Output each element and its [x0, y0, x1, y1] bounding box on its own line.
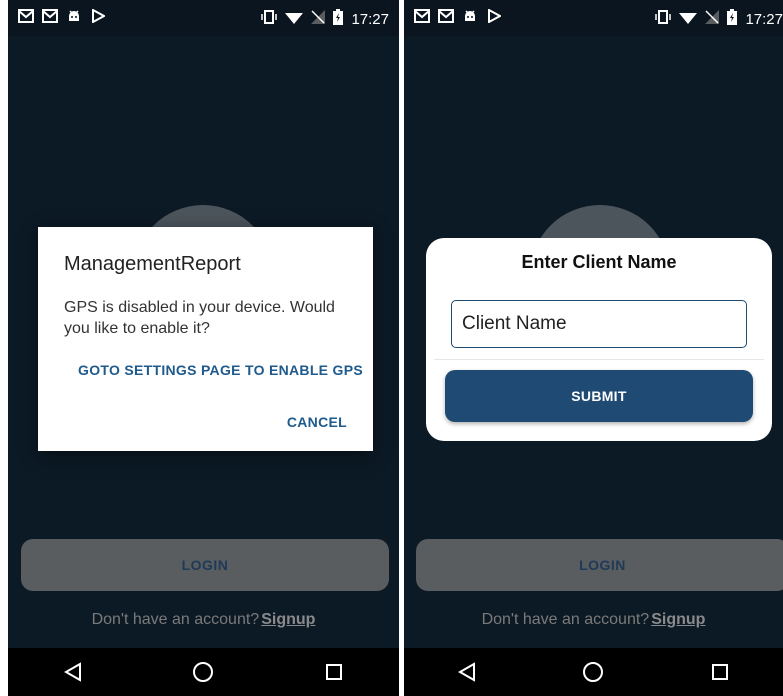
mail-icon — [18, 8, 34, 24]
signup-link[interactable]: Signup — [261, 611, 315, 628]
dialog-title: ManagementReport — [64, 253, 241, 275]
play-store-icon — [90, 8, 106, 24]
signup-prompt: Don't have an account? — [91, 611, 260, 628]
signup-link[interactable]: Signup — [651, 611, 705, 628]
signup-line: Don't have an account? Signup — [404, 611, 783, 629]
navigation-bar — [404, 648, 783, 696]
login-button[interactable]: LOGIN — [21, 539, 389, 591]
home-icon[interactable] — [183, 652, 223, 692]
signup-prompt: Don't have an account? — [481, 611, 650, 628]
signup-line: Don't have an account? Signup — [8, 611, 399, 629]
dialog-message: GPS is disabled in your device. Would yo… — [64, 299, 335, 337]
wifi-icon — [679, 10, 698, 28]
recents-icon[interactable] — [314, 652, 354, 692]
home-icon[interactable] — [573, 652, 613, 692]
no-signal-icon — [311, 10, 326, 28]
client-name-input[interactable] — [451, 300, 747, 348]
back-icon[interactable] — [53, 652, 93, 692]
mail-icon — [414, 8, 430, 24]
mail-icon — [438, 8, 454, 24]
login-button[interactable]: LOGIN — [416, 539, 783, 591]
phone-screen-right: 17:27 Enter Client Name SUBMIT LOGIN Don… — [404, 0, 783, 696]
play-store-icon — [486, 8, 502, 24]
divider — [434, 359, 764, 360]
client-name-modal: Enter Client Name SUBMIT — [426, 238, 772, 441]
navigation-bar — [8, 648, 399, 696]
modal-title: Enter Client Name — [521, 252, 677, 272]
status-time: 17:27 — [745, 10, 783, 28]
android-icon — [462, 8, 478, 24]
cancel-button[interactable]: CANCEL — [287, 414, 347, 430]
status-time: 17:27 — [351, 10, 389, 28]
battery-icon — [727, 9, 738, 29]
back-icon[interactable] — [447, 652, 487, 692]
goto-settings-button[interactable]: GOTO SETTINGS PAGE TO ENABLE GPS — [78, 362, 363, 378]
no-signal-icon — [705, 10, 720, 28]
vibrate-icon — [261, 10, 278, 28]
recents-icon[interactable] — [700, 652, 740, 692]
battery-icon — [333, 9, 344, 29]
wifi-icon — [285, 10, 304, 28]
status-bar: 17:27 — [8, 0, 399, 36]
phone-screen-left: 17:27 ManagementReport GPS is disabled i… — [8, 0, 399, 696]
mail-icon — [42, 8, 58, 24]
android-icon — [66, 8, 82, 24]
gps-dialog: ManagementReport GPS is disabled in your… — [38, 227, 373, 451]
status-bar: 17:27 — [404, 0, 783, 36]
submit-button[interactable]: SUBMIT — [445, 370, 753, 422]
vibrate-icon — [655, 10, 672, 28]
